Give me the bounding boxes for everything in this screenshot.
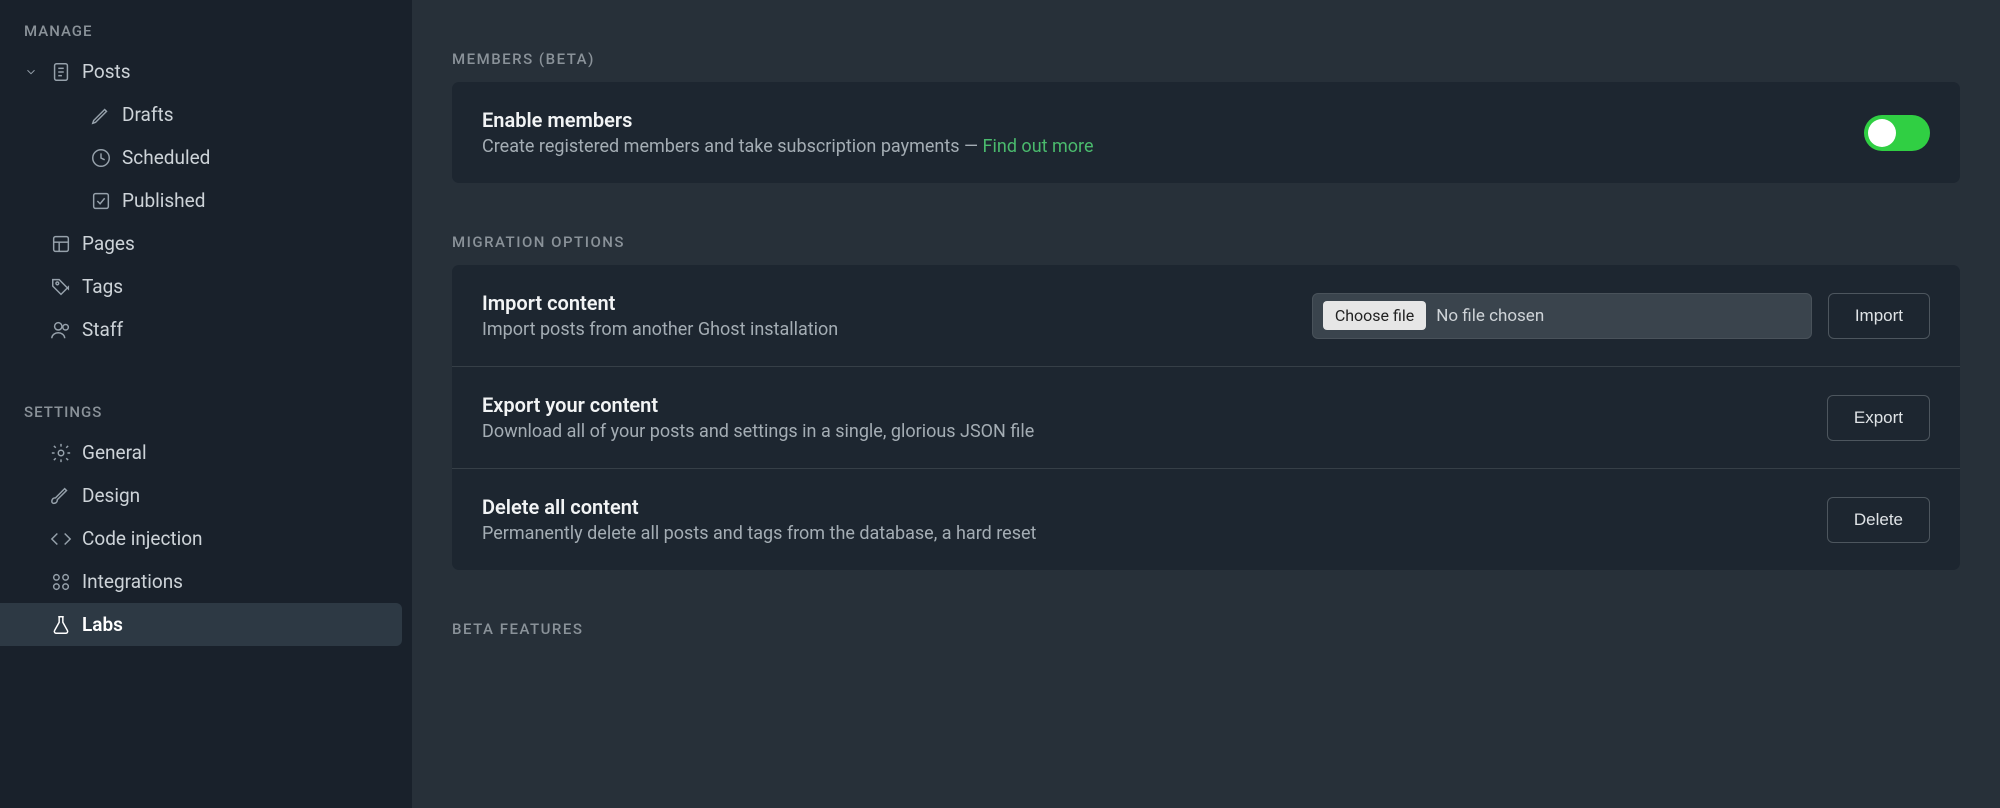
sidebar-label-published: Published [122, 189, 378, 212]
flask-icon [50, 614, 82, 636]
sidebar-label-posts: Posts [82, 60, 378, 83]
sidebar-label-integrations: Integrations [82, 570, 378, 593]
import-content-desc: Import posts from another Ghost installa… [482, 319, 1312, 340]
sidebar-item-code-injection[interactable]: Code injection [0, 517, 402, 560]
members-panel: Enable members Create registered members… [452, 82, 1960, 183]
sidebar-item-integrations[interactable]: Integrations [0, 560, 402, 603]
integrations-icon [50, 571, 82, 593]
code-icon [50, 528, 82, 550]
toggle-knob [1868, 119, 1896, 147]
sidebar-section-manage: MANAGE [0, 10, 412, 50]
delete-content-desc: Permanently delete all posts and tags fr… [482, 523, 1811, 544]
sidebar-label-drafts: Drafts [122, 103, 378, 126]
pages-icon [50, 233, 82, 255]
migration-section: MIGRATION OPTIONS Import content Import … [452, 233, 1960, 570]
sidebar-item-labs[interactable]: Labs [0, 603, 402, 646]
sidebar-label-scheduled: Scheduled [122, 146, 378, 169]
sidebar-label-pages: Pages [82, 232, 378, 255]
delete-content-title: Delete all content [482, 495, 1811, 519]
sidebar-item-posts[interactable]: Posts [0, 50, 402, 93]
posts-icon [50, 61, 82, 83]
sidebar-item-published[interactable]: Published [0, 179, 402, 222]
file-status-text: No file chosen [1436, 306, 1544, 326]
sidebar-label-general: General [82, 441, 378, 464]
enable-members-desc: Create registered members and take subsc… [482, 136, 1864, 157]
sidebar-item-general[interactable]: General [0, 431, 402, 474]
members-section-title: MEMBERS (BETA) [452, 50, 1960, 68]
enable-members-title: Enable members [482, 108, 1864, 132]
sidebar-label-code-injection: Code injection [82, 527, 378, 550]
sidebar-item-tags[interactable]: Tags [0, 265, 402, 308]
sidebar-item-scheduled[interactable]: Scheduled [0, 136, 402, 179]
delete-button[interactable]: Delete [1827, 497, 1930, 543]
published-icon [90, 190, 122, 212]
tag-icon [50, 276, 82, 298]
staff-icon [50, 319, 82, 341]
sidebar: MANAGE Posts Drafts Scheduled [0, 0, 412, 808]
sidebar-section-settings: SETTINGS [0, 391, 412, 431]
brush-icon [50, 485, 82, 507]
export-content-desc: Download all of your posts and settings … [482, 421, 1811, 442]
beta-section: BETA FEATURES [452, 620, 1960, 638]
delete-content-row: Delete all content Permanently delete al… [452, 469, 1960, 570]
clock-icon [90, 147, 122, 169]
sidebar-label-tags: Tags [82, 275, 378, 298]
import-content-row: Import content Import posts from another… [452, 265, 1960, 367]
sidebar-item-pages[interactable]: Pages [0, 222, 402, 265]
sidebar-item-staff[interactable]: Staff [0, 308, 402, 351]
import-content-title: Import content [482, 291, 1312, 315]
gear-icon [50, 442, 82, 464]
sidebar-label-design: Design [82, 484, 378, 507]
export-button[interactable]: Export [1827, 395, 1930, 441]
enable-members-toggle[interactable] [1864, 115, 1930, 151]
app-layout: MANAGE Posts Drafts Scheduled [0, 0, 2000, 808]
main-content: MEMBERS (BETA) Enable members Create reg… [412, 0, 2000, 808]
enable-members-row: Enable members Create registered members… [452, 82, 1960, 183]
find-out-more-link[interactable]: Find out more [983, 136, 1094, 157]
choose-file-button[interactable]: Choose file [1323, 301, 1426, 330]
sidebar-label-staff: Staff [82, 318, 378, 341]
beta-section-title: BETA FEATURES [452, 620, 1960, 638]
export-content-row: Export your content Download all of your… [452, 367, 1960, 469]
migration-panel: Import content Import posts from another… [452, 265, 1960, 570]
export-content-title: Export your content [482, 393, 1811, 417]
sidebar-item-design[interactable]: Design [0, 474, 402, 517]
members-section: MEMBERS (BETA) Enable members Create reg… [452, 50, 1960, 183]
migration-section-title: MIGRATION OPTIONS [452, 233, 1960, 251]
chevron-down-icon [24, 65, 42, 79]
import-file-input[interactable]: Choose file No file chosen [1312, 293, 1812, 339]
enable-members-desc-text: Create registered members and take subsc… [482, 136, 983, 157]
pencil-icon [90, 104, 122, 126]
sidebar-item-drafts[interactable]: Drafts [0, 93, 402, 136]
sidebar-label-labs: Labs [82, 613, 378, 636]
import-button[interactable]: Import [1828, 293, 1930, 339]
